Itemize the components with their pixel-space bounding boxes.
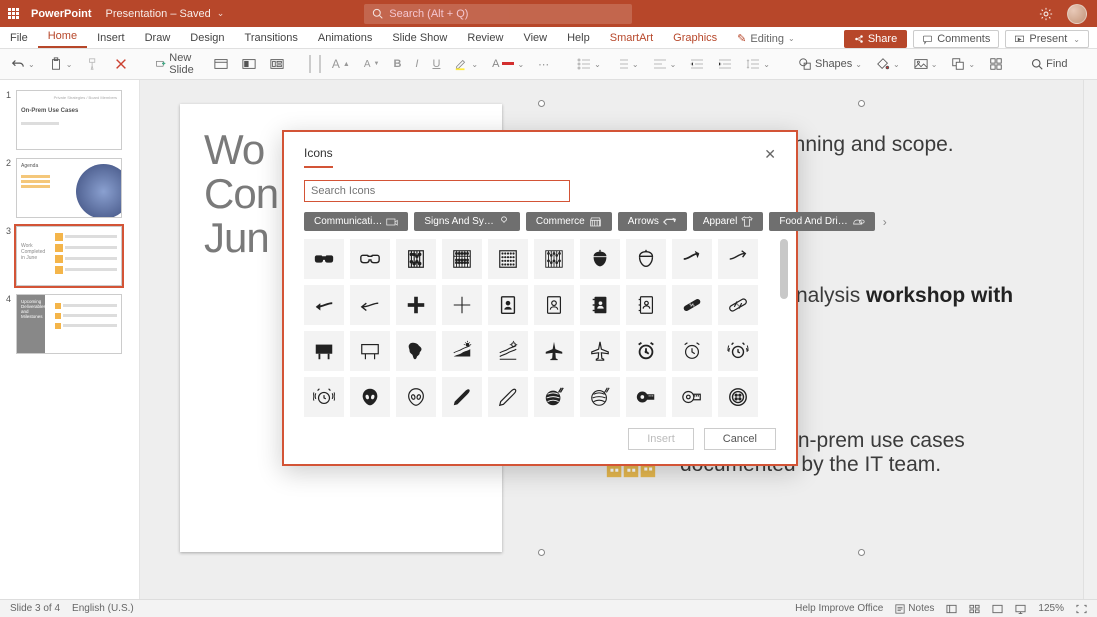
icon-button-sew[interactable]: [718, 377, 758, 417]
icon-africa[interactable]: [396, 331, 436, 371]
category-food[interactable]: Food And Dri…: [769, 212, 874, 231]
icon-airplane-line[interactable]: [580, 331, 620, 371]
icon-3d-glasses-line[interactable]: [350, 239, 390, 279]
category-communication[interactable]: Communicati…: [304, 212, 408, 231]
icon-billboard-fill[interactable]: [304, 331, 344, 371]
icon-contact-line[interactable]: [534, 285, 574, 325]
icon-grid-scrollbar[interactable]: [780, 239, 788, 299]
category-arrows[interactable]: Arrows: [618, 212, 687, 231]
category-apparel[interactable]: Apparel: [693, 212, 763, 231]
icon-addressbook-line[interactable]: [626, 285, 666, 325]
icon-arrow-back-line[interactable]: [350, 285, 390, 325]
icon-airplane-fill[interactable]: [534, 331, 574, 371]
icon-categories: Communicati… Signs And Sy… Commerce Arro…: [284, 212, 796, 239]
icon-alarm-ring-2[interactable]: [304, 377, 344, 417]
icons-dialog: Icons ✕ Communicati… Signs And Sy… Comme…: [282, 130, 798, 466]
icon-abacus-2[interactable]: [442, 239, 482, 279]
icon-field-fill[interactable]: [442, 331, 482, 371]
icon-yarn-fill[interactable]: [534, 377, 574, 417]
icon-tape-line[interactable]: [672, 377, 712, 417]
icon-bandage-fill[interactable]: [672, 285, 712, 325]
insert-button[interactable]: Insert: [628, 428, 694, 450]
dialog-title: Icons: [304, 146, 333, 168]
icon-billboard-line[interactable]: [350, 331, 390, 371]
icon-abacus-3[interactable]: [488, 239, 528, 279]
icon-needle-line[interactable]: [488, 377, 528, 417]
icon-abacus-4[interactable]: [534, 239, 574, 279]
modal-scrim: Icons ✕ Communicati… Signs And Sy… Comme…: [0, 0, 1097, 617]
icon-alien-line[interactable]: [396, 377, 436, 417]
dialog-close-icon[interactable]: ✕: [764, 146, 776, 168]
icon-grid: [304, 239, 776, 417]
icon-plus-bold[interactable]: [396, 285, 436, 325]
icon-needle-fill[interactable]: [442, 377, 482, 417]
icon-arrow-curve-fill[interactable]: [672, 239, 712, 279]
icon-plus-thin[interactable]: [442, 285, 482, 325]
icon-alarm-line[interactable]: [672, 331, 712, 371]
icon-arrow-back-fill[interactable]: [304, 285, 344, 325]
icon-yarn-line[interactable]: [580, 377, 620, 417]
category-commerce[interactable]: Commerce: [526, 212, 612, 231]
icon-3d-glasses-fill[interactable]: [304, 239, 344, 279]
icons-search-input[interactable]: [304, 180, 570, 202]
icon-alien-fill[interactable]: [350, 377, 390, 417]
icon-bandage-line[interactable]: [718, 285, 758, 325]
icon-acorn-fill[interactable]: [580, 239, 620, 279]
icon-acorn-line[interactable]: [626, 239, 666, 279]
icon-alarm-ring[interactable]: [718, 331, 758, 371]
cancel-button[interactable]: Cancel: [704, 428, 776, 450]
icon-arrow-curve-line[interactable]: [718, 239, 758, 279]
icon-contact-fill[interactable]: [488, 285, 528, 325]
icon-addressbook-fill[interactable]: [580, 285, 620, 325]
category-next-icon[interactable]: ›: [881, 215, 889, 229]
icon-abacus-1[interactable]: [396, 239, 436, 279]
icon-alarm-fill[interactable]: [626, 331, 666, 371]
icon-field-line[interactable]: [488, 331, 528, 371]
icon-tape-fill[interactable]: [626, 377, 666, 417]
category-signs[interactable]: Signs And Sy…: [414, 212, 519, 231]
